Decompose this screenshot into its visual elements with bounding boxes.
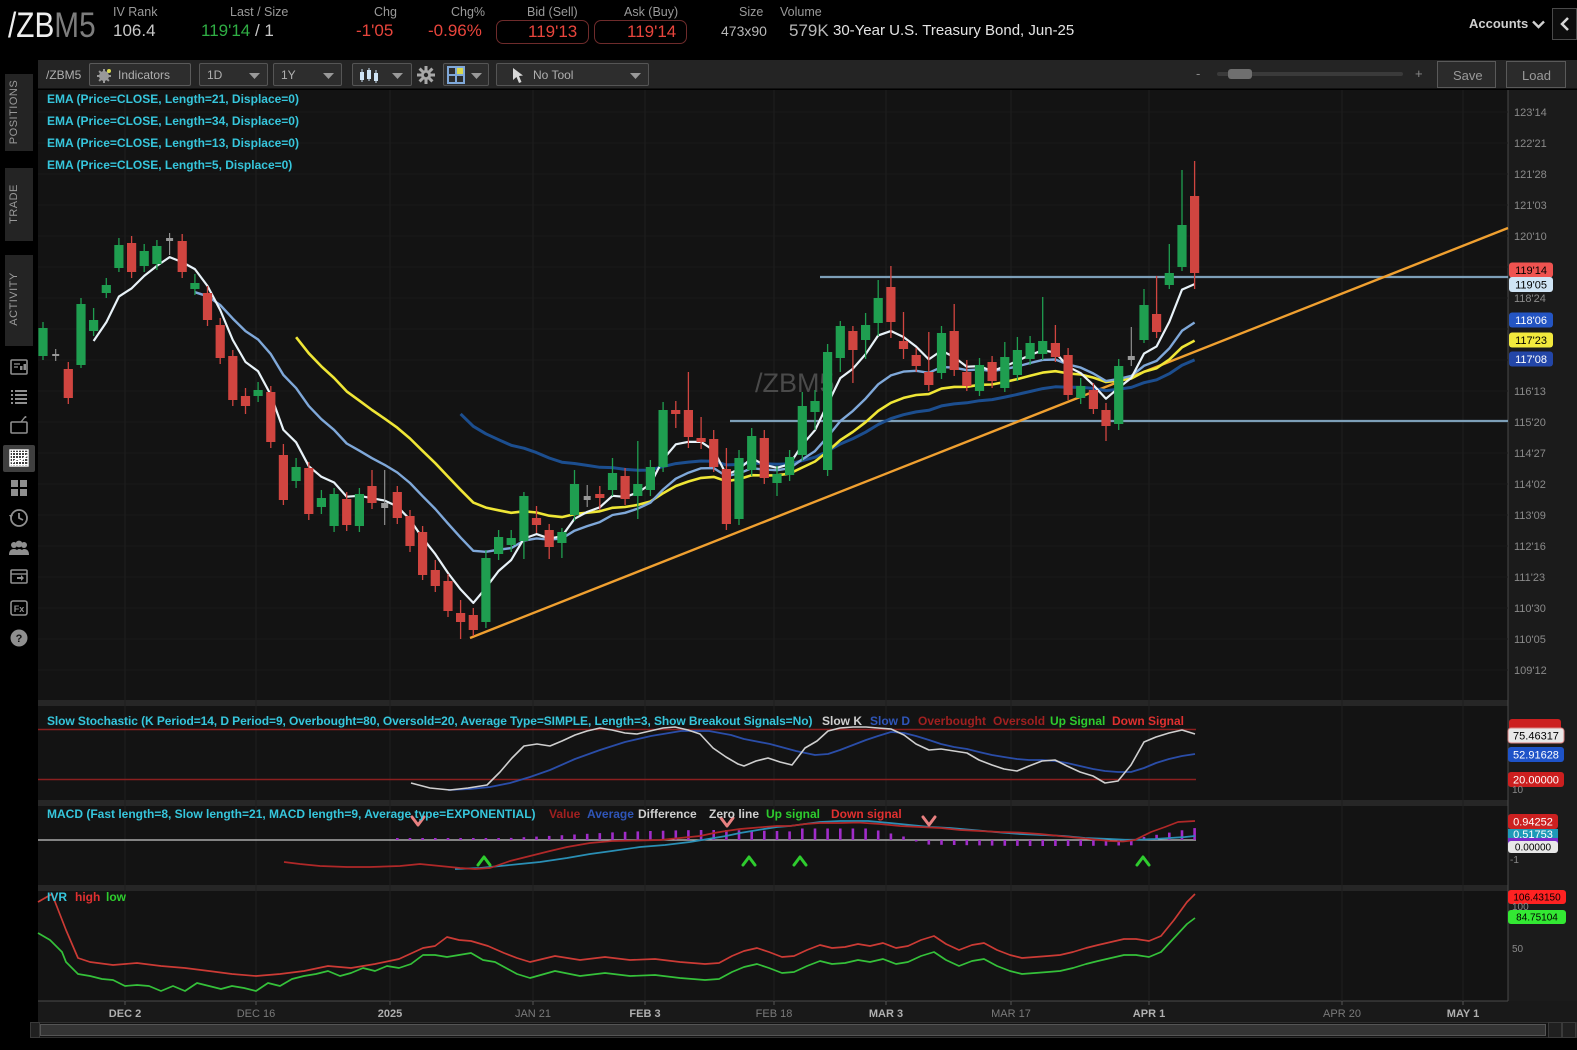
svg-text:0.94252: 0.94252	[1513, 816, 1553, 828]
svg-text:114'02: 114'02	[1514, 479, 1546, 491]
svg-text:115'20: 115'20	[1514, 417, 1546, 429]
svg-text:116'13: 116'13	[1514, 386, 1546, 398]
svg-text:MAY 1: MAY 1	[1447, 1008, 1479, 1020]
svg-text:APR 20: APR 20	[1323, 1008, 1361, 1020]
svg-text:120'10: 120'10	[1514, 231, 1547, 243]
svg-text:84.75104: 84.75104	[1516, 913, 1558, 924]
svg-text:117'23: 117'23	[1515, 335, 1547, 347]
svg-text:0.00000: 0.00000	[1515, 843, 1552, 854]
svg-text:EMA (Price=CLOSE, Length=5, Di: EMA (Price=CLOSE, Length=5, Displace=0)	[47, 158, 292, 172]
svg-text:110'30: 110'30	[1514, 603, 1546, 615]
svg-text:Slow Stochastic (K Period=14,: Slow Stochastic (K Period=14, D Period=9…	[47, 714, 812, 728]
svg-text:109'12: 109'12	[1514, 665, 1547, 677]
svg-text:DEC 2: DEC 2	[109, 1008, 141, 1020]
svg-text:Up signal: Up signal	[766, 807, 820, 821]
svg-text:Average: Average	[587, 807, 634, 821]
svg-text:121'28: 121'28	[1514, 169, 1547, 181]
svg-text:Down signal: Down signal	[831, 807, 902, 821]
svg-text:high: high	[75, 890, 100, 904]
svg-text:Zero line: Zero line	[709, 807, 759, 821]
svg-text:DEC 16: DEC 16	[237, 1008, 276, 1020]
svg-text:Overbought: Overbought	[918, 714, 986, 728]
svg-text:Down Signal: Down Signal	[1112, 714, 1184, 728]
svg-text:122'21: 122'21	[1514, 138, 1547, 150]
svg-text:FEB 3: FEB 3	[629, 1008, 660, 1020]
svg-text:MACD (Fast length=8, Slow leng: MACD (Fast length=8, Slow length=21, MAC…	[47, 807, 536, 821]
svg-text:110'05: 110'05	[1514, 634, 1546, 646]
svg-text:EMA (Price=CLOSE, Length=34, D: EMA (Price=CLOSE, Length=34, Displace=0)	[47, 114, 299, 128]
svg-text:113'09: 113'09	[1514, 510, 1546, 522]
svg-text:-1: -1	[1510, 855, 1519, 866]
svg-text:114'27: 114'27	[1514, 448, 1546, 460]
svg-text:111'23: 111'23	[1514, 572, 1545, 584]
svg-text:121'03: 121'03	[1514, 200, 1547, 212]
svg-text:MAR 17: MAR 17	[991, 1008, 1031, 1020]
svg-text:118'06: 118'06	[1515, 315, 1547, 327]
svg-text:Slow K: Slow K	[822, 714, 862, 728]
svg-text:/ZBM5: /ZBM5	[755, 368, 835, 398]
svg-text:2025: 2025	[378, 1008, 402, 1020]
svg-text:Value: Value	[549, 807, 581, 821]
svg-text:75.46317: 75.46317	[1513, 730, 1559, 742]
svg-text:Slow D: Slow D	[870, 714, 910, 728]
svg-text:52.91628: 52.91628	[1513, 749, 1559, 761]
svg-text:123'14: 123'14	[1514, 107, 1547, 119]
svg-text:Difference: Difference	[638, 807, 697, 821]
svg-text:50: 50	[1512, 944, 1524, 955]
svg-text:112'16: 112'16	[1514, 541, 1546, 553]
svg-text:Up Signal: Up Signal	[1050, 714, 1105, 728]
svg-text:MAR 3: MAR 3	[869, 1008, 903, 1020]
svg-text:Oversold: Oversold	[993, 714, 1045, 728]
svg-text:APR 1: APR 1	[1133, 1008, 1165, 1020]
svg-text:119'05: 119'05	[1515, 279, 1547, 291]
svg-text:low: low	[106, 890, 127, 904]
svg-text:FEB 18: FEB 18	[756, 1008, 793, 1020]
svg-text:EMA (Price=CLOSE, Length=21, D: EMA (Price=CLOSE, Length=21, Displace=0)	[47, 92, 299, 106]
svg-text:JAN 21: JAN 21	[515, 1008, 551, 1020]
svg-text:118'24: 118'24	[1514, 293, 1546, 305]
svg-text:117'08: 117'08	[1515, 354, 1547, 366]
svg-text:119'14: 119'14	[1515, 265, 1547, 277]
svg-text:IVR: IVR	[47, 890, 67, 904]
svg-text:10: 10	[1512, 785, 1524, 796]
svg-text:EMA (Price=CLOSE, Length=13, D: EMA (Price=CLOSE, Length=13, Displace=0)	[47, 136, 299, 150]
